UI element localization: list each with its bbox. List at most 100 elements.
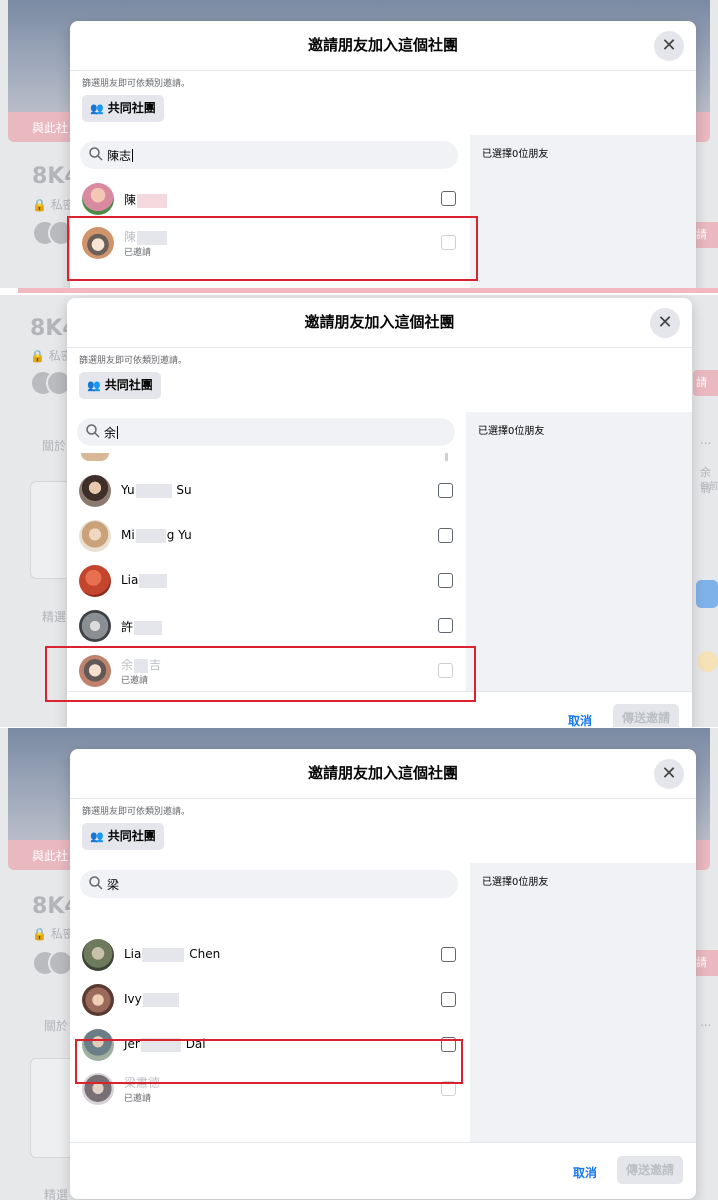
invited-status: 已邀請 [124, 1094, 152, 1104]
close-button[interactable]: ✕ [650, 308, 680, 338]
friend-row[interactable]: Ivy [80, 978, 458, 1022]
modal-title: 邀請朋友加入這個社團 [304, 313, 455, 331]
selected-count: 已選擇0位朋友 [478, 426, 545, 437]
close-button[interactable]: ✕ [654, 759, 684, 789]
filter-hint: 篩選朋友即可依類別邀請。 [82, 807, 191, 817]
side-sub: 目前 [700, 482, 718, 492]
highlight-box [45, 646, 476, 702]
screenshot-panel-3: 與此社 8K4 🔒 私密 請 關於 ... 精選 邀請朋友加入這個社團 ✕ 篩選… [0, 728, 718, 1200]
search-value: 梁 [107, 878, 120, 892]
mutual-groups-filter-button[interactable]: 👥 共同社團 [82, 823, 164, 850]
modal-title: 邀請朋友加入這個社團 [307, 36, 458, 54]
about-tab: 關於 [42, 439, 67, 453]
search-icon [89, 147, 103, 161]
selected-friends-pane: 已選擇0位朋友 [470, 135, 696, 288]
avatar [79, 475, 111, 507]
search-value: 余 [104, 426, 119, 440]
selected-count: 已選擇0位朋友 [482, 877, 549, 888]
strip-text: 與此社 [32, 121, 69, 135]
about-tab: 關於 [44, 1019, 69, 1033]
avatar [82, 183, 114, 215]
highlight-box [67, 216, 478, 281]
friend-search-input[interactable]: 余 [77, 418, 455, 446]
group-filter-label: 共同社團 [107, 101, 156, 115]
modal-header: 邀請朋友加入這個社團 ✕ [70, 21, 696, 71]
invite-pill: 請 [693, 950, 718, 976]
scrollbar[interactable] [445, 453, 448, 461]
friend-row[interactable]: 許 [77, 604, 455, 648]
avatar [79, 565, 111, 597]
select-checkbox[interactable] [438, 483, 453, 498]
screenshot-panel-2: 8K4 🔒 私密 請 關於 ... 精選 余翁 目前 邀請朋友加入這個社團 ✕ … [0, 295, 718, 727]
modal-header: 邀請朋友加入這個社團 ✕ [67, 298, 692, 348]
group-privacy: 🔒 私密 [32, 927, 75, 941]
avatar [79, 520, 111, 552]
modal-header: 邀請朋友加入這個社團 ✕ [70, 749, 696, 799]
more-dots: ... [700, 433, 712, 447]
panel-separator [18, 288, 718, 293]
post-card [30, 1058, 74, 1158]
search-value: 陳志 [107, 149, 134, 163]
friend-name: Lia Chen [124, 947, 221, 962]
select-checkbox[interactable] [438, 528, 453, 543]
close-icon: ✕ [661, 35, 677, 56]
friend-row[interactable]: Lia Chen [80, 933, 458, 977]
select-checkbox[interactable] [441, 191, 456, 206]
friend-name: 許 [121, 618, 163, 635]
friend-search-input[interactable]: 梁 [80, 870, 458, 898]
close-icon: ✕ [661, 763, 677, 784]
strip-text: 與此社 [32, 849, 69, 863]
filter-hint: 篩選朋友即可依類別邀請。 [79, 356, 188, 366]
avatar [79, 610, 111, 642]
emoji-graphic [697, 651, 718, 672]
screenshot-panel-1: 與此社 8K4 🔒 私密 請 邀請朋友加入這個社團 ✕ 篩選朋友即可依類別邀請。… [0, 0, 718, 288]
select-checkbox[interactable] [438, 618, 453, 633]
selected-friends-pane: 已選擇0位朋友 [466, 412, 692, 692]
friend-name: Yu Su [121, 483, 192, 498]
avatar-partial [81, 453, 109, 461]
search-icon [86, 424, 100, 438]
featured-heading: 精選 [44, 1188, 69, 1200]
friend-row[interactable]: Lia [77, 559, 455, 603]
modal-footer: 取消 傳送邀請 [70, 1142, 696, 1199]
group-privacy: 🔒 私密 [32, 198, 75, 212]
mutual-groups-filter-button[interactable]: 👥 共同社團 [79, 372, 161, 399]
highlight-box [75, 1039, 463, 1084]
group-icon: 👥 [90, 102, 104, 115]
mutual-groups-filter-button[interactable]: 👥 共同社團 [82, 95, 164, 122]
send-invites-button[interactable]: 傳送邀請 [617, 1156, 684, 1184]
avatar [82, 939, 114, 971]
group-filter-label: 共同社團 [104, 378, 153, 392]
friend-row[interactable]: Mi g Yu [77, 514, 455, 558]
group-filter-label: 共同社團 [107, 829, 156, 843]
send-invites-button[interactable]: 傳送邀請 [613, 704, 680, 727]
friend-search-input[interactable]: 陳志 [80, 141, 458, 169]
more-dots: ... [700, 1015, 712, 1029]
avatar [82, 984, 114, 1016]
close-icon: ✕ [657, 312, 673, 333]
invite-pill: 請 [693, 222, 718, 248]
cancel-button[interactable]: 取消 [573, 1164, 597, 1181]
modal-title: 邀請朋友加入這個社團 [307, 764, 458, 782]
group-icon: 👥 [90, 830, 104, 843]
featured-heading: 精選 [42, 610, 67, 624]
selected-count: 已選擇0位朋友 [482, 149, 549, 160]
friend-name: Mi g Yu [121, 528, 192, 543]
select-checkbox[interactable] [438, 573, 453, 588]
invite-modal: 邀請朋友加入這個社團 ✕ 篩選朋友即可依類別邀請。 👥 共同社團 已選擇0位朋友 … [70, 749, 696, 1199]
close-button[interactable]: ✕ [654, 31, 684, 61]
filter-hint: 篩選朋友即可依類別邀請。 [82, 79, 191, 89]
selected-friends-pane: 已選擇0位朋友 [470, 863, 696, 1143]
friend-name: Ivy [124, 992, 180, 1007]
friend-name: 陳 [124, 191, 168, 208]
select-checkbox[interactable] [441, 992, 456, 1007]
cancel-button[interactable]: 取消 [568, 712, 592, 727]
invite-pill: 請 [693, 370, 718, 396]
select-checkbox[interactable] [441, 947, 456, 962]
group-icon: 👥 [87, 379, 101, 392]
friend-row[interactable]: 陳 [80, 177, 458, 221]
search-icon [89, 876, 103, 890]
friend-name: Lia [121, 573, 168, 588]
friend-row[interactable]: Yu Su [77, 469, 455, 513]
like-graphic [696, 580, 718, 608]
